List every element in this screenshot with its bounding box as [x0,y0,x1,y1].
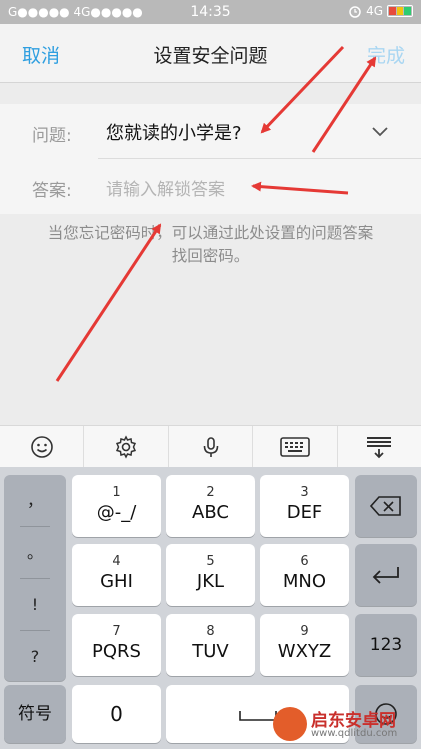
nav-bar: 取消 设置安全问题 完成 [0,24,421,83]
punct-key[interactable]: 。 [4,527,66,578]
network-type: 4G [366,4,383,18]
status-right: 4G [348,4,413,18]
keyboard-icon [280,437,310,457]
punct-key[interactable]: ! [4,579,66,630]
question-label: 问题: [32,126,72,146]
key-letters: DEF [286,502,323,523]
question-row[interactable]: 问题: 您就读的小学是? [0,104,421,159]
key-letters: JKL [196,571,225,592]
num-switch-button[interactable]: 123 [355,614,417,676]
key-number: 6 [300,554,309,569]
chevron-down-icon[interactable] [371,122,389,140]
settings-icon [116,435,137,459]
emoji-icon [30,436,53,458]
key-1[interactable]: 1 @-_/ [72,475,161,537]
hide-keyboard-button[interactable] [338,426,421,468]
key-4[interactable]: 4 GHI [72,544,161,606]
punct-key[interactable]: ， [4,475,66,526]
done-button[interactable]: 完成 [367,41,405,68]
enter-button[interactable] [355,544,417,606]
settings-button[interactable] [84,426,169,468]
key-letters: ABC [192,502,229,523]
battery-cell [404,7,412,15]
key-letters: TUV [192,641,229,662]
key-3[interactable]: 3 DEF [260,475,349,537]
key-2[interactable]: 2 ABC [166,475,255,537]
answer-row[interactable]: 答案: 请输入解锁答案 [0,159,421,214]
key-number: 5 [206,554,215,569]
watermark-logo-icon [273,707,307,741]
hide-keyboard-icon [367,437,392,459]
key-letters: MNO [282,571,327,592]
backspace-button[interactable] [355,475,417,537]
keyboard-switch-button[interactable] [253,426,338,468]
key-7[interactable]: 7 PQRS [72,614,161,676]
key-0[interactable]: 0 [72,685,161,743]
alarm-icon [349,6,361,18]
hint-line-2: 找回密码。 [171,247,250,265]
key-number: 7 [112,624,121,639]
hint-line-1: 当您忘记密码时，可以通过此处设置的问题答案 [47,224,374,242]
backspace-icon [369,496,401,516]
key-number: 1 [112,485,121,500]
key-5[interactable]: 5 JKL [166,544,255,606]
answer-label: 答案: [32,181,72,201]
watermark: 启东安卓网 www.qdlitdu.com [267,705,417,745]
key-letters: PQRS [92,641,141,662]
return-icon [372,567,399,584]
battery-cell [396,7,404,15]
key-zero-label: 0 [110,702,123,726]
key-letters: @-_/ [96,502,137,523]
keyboard-toolbar [0,425,421,469]
key-number: 3 [300,485,309,500]
page-title: 设置安全问题 [153,45,268,67]
status-bar: G●●●●● 4G●●●●● 14:35 4G [0,0,421,24]
answer-input[interactable]: 请输入解锁答案 [106,175,225,200]
watermark-url: www.qdlitdu.com [311,728,398,739]
security-question-form: 问题: 您就读的小学是? 答案: 请输入解锁答案 [0,104,421,214]
key-number: 2 [206,485,215,500]
emoji-button[interactable] [0,426,85,468]
key-6[interactable]: 6 MNO [260,544,349,606]
key-number: 4 [112,554,121,569]
t9-keyboard: ， 。 ! ? 1 @-_/ 2 ABC 3 DEF 4 GHI 5 JKL 6… [0,467,421,749]
key-number: 9 [300,624,309,639]
question-select[interactable]: 您就读的小学是? [106,119,242,145]
symbol-button[interactable]: 符号 [4,685,66,743]
key-letters: WXYZ [277,641,332,662]
voice-button[interactable] [169,426,254,468]
microphone-icon [203,437,218,457]
punctuation-column: ， 。 ! ? [4,475,66,681]
battery-cell [389,7,396,15]
battery-icon [387,5,413,17]
key-8[interactable]: 8 TUV [166,614,255,676]
key-letters: GHI [100,571,133,592]
key-number: 8 [206,624,215,639]
punct-key[interactable]: ? [4,631,66,682]
key-9[interactable]: 9 WXYZ [260,614,349,676]
hint-text: 当您忘记密码时，可以通过此处设置的问题答案 找回密码。 [10,222,411,268]
